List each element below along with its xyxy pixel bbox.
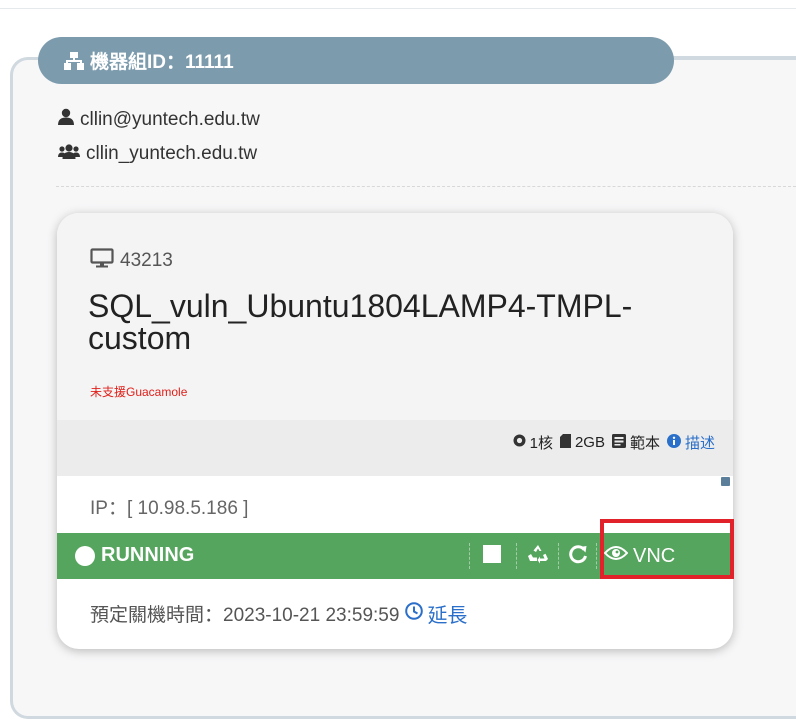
separator bbox=[469, 543, 470, 569]
machine-group-title: 機器組ID：11111 bbox=[90, 52, 234, 73]
vm-id-row: 43213 bbox=[90, 248, 173, 274]
recycle-button[interactable] bbox=[527, 543, 549, 569]
extend-link[interactable]: 延長 bbox=[405, 599, 467, 628]
vm-card: 43213 SQL_vuln_Ubuntu1804LAMP4-TMPL-cust… bbox=[57, 213, 733, 649]
desktop-icon bbox=[90, 248, 120, 274]
top-strip bbox=[0, 0, 796, 9]
template-icon bbox=[611, 433, 630, 452]
owner-email-row: cllin@yuntech.edu.tw bbox=[58, 108, 260, 131]
status-indicator-icon bbox=[75, 546, 95, 566]
machine-group-header: 機器組ID：11111 bbox=[38, 37, 674, 84]
vm-specs: 1核 2GB 範本 描述 bbox=[506, 432, 715, 453]
divider bbox=[56, 186, 796, 187]
description-link[interactable]: 描述 bbox=[666, 432, 715, 453]
recycle-icon bbox=[527, 543, 549, 570]
separator bbox=[516, 543, 517, 569]
sitemap-icon bbox=[64, 51, 84, 70]
vnc-highlight-box bbox=[600, 519, 734, 579]
cpu-spec: 1核 bbox=[513, 432, 553, 453]
separator bbox=[558, 543, 559, 569]
user-icon bbox=[58, 108, 80, 131]
users-icon bbox=[58, 143, 86, 165]
group-header-rule bbox=[660, 56, 796, 59]
owner-group-row: cllin_yuntech.edu.tw bbox=[58, 143, 257, 165]
owner-email: cllin@yuntech.edu.tw bbox=[80, 108, 260, 130]
stop-button[interactable] bbox=[483, 543, 501, 569]
scheduled-shutdown: 預定關機時間：2023-10-21 23:59:59 延長 bbox=[90, 599, 467, 628]
memory-spec: 2GB bbox=[559, 433, 605, 452]
clock-icon bbox=[405, 601, 427, 626]
restart-icon bbox=[568, 544, 588, 569]
info-icon bbox=[666, 433, 685, 452]
extend-label: 延長 bbox=[427, 605, 468, 627]
shutdown-time: 預定關機時間：2023-10-21 23:59:59 bbox=[90, 605, 400, 626]
vm-ip: IP：[ 10.98.5.186 ] bbox=[90, 498, 249, 519]
vm-name: SQL_vuln_Ubuntu1804LAMP4-TMPL-custom bbox=[88, 288, 633, 356]
restart-button[interactable] bbox=[568, 543, 588, 569]
status-label: RUNNING bbox=[101, 544, 195, 566]
owner-group: cllin_yuntech.edu.tw bbox=[86, 143, 258, 164]
separator bbox=[596, 543, 597, 569]
sd-card-icon bbox=[559, 433, 575, 452]
plus-square-icon[interactable] bbox=[721, 477, 730, 486]
stop-icon bbox=[483, 544, 501, 568]
cpu-icon bbox=[513, 434, 530, 451]
vm-id: 43213 bbox=[120, 250, 173, 271]
template-spec: 範本 bbox=[611, 432, 660, 453]
guacamole-warning: 未支援Guacamole bbox=[90, 385, 188, 399]
